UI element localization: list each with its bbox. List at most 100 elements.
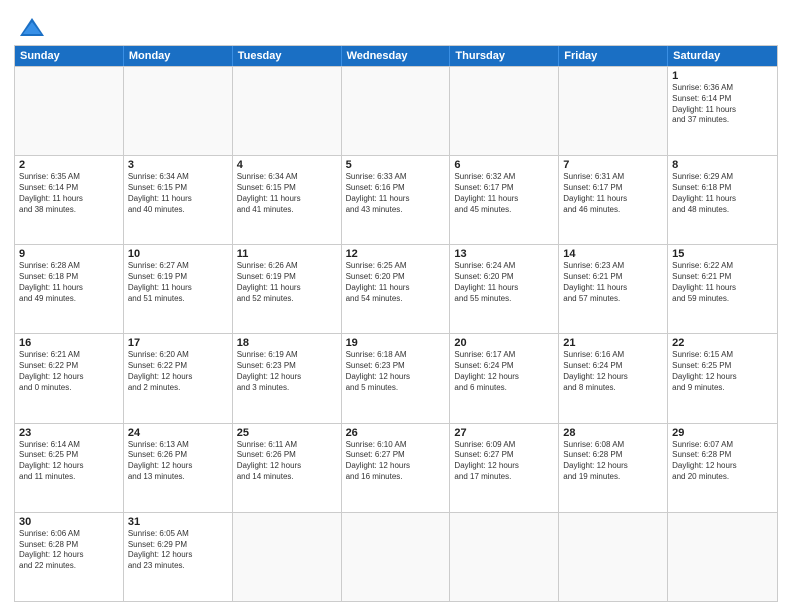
calendar-cell <box>342 67 451 155</box>
calendar-cell <box>233 513 342 601</box>
cal-header-day: Saturday <box>668 46 777 66</box>
day-number: 5 <box>346 159 446 171</box>
day-info: Sunrise: 6:06 AM Sunset: 6:28 PM Dayligh… <box>19 529 119 572</box>
calendar-body: 1Sunrise: 6:36 AM Sunset: 6:14 PM Daylig… <box>15 66 777 601</box>
day-number: 15 <box>672 248 773 260</box>
calendar-cell <box>450 67 559 155</box>
day-info: Sunrise: 6:28 AM Sunset: 6:18 PM Dayligh… <box>19 261 119 304</box>
day-info: Sunrise: 6:34 AM Sunset: 6:15 PM Dayligh… <box>237 172 337 215</box>
calendar-row: 30Sunrise: 6:06 AM Sunset: 6:28 PM Dayli… <box>15 512 777 601</box>
calendar-cell <box>450 513 559 601</box>
calendar-row: 23Sunrise: 6:14 AM Sunset: 6:25 PM Dayli… <box>15 423 777 512</box>
calendar-cell: 26Sunrise: 6:10 AM Sunset: 6:27 PM Dayli… <box>342 424 451 512</box>
logo-icon <box>18 16 46 38</box>
calendar-cell: 5Sunrise: 6:33 AM Sunset: 6:16 PM Daylig… <box>342 156 451 244</box>
day-number: 17 <box>128 337 228 349</box>
day-info: Sunrise: 6:19 AM Sunset: 6:23 PM Dayligh… <box>237 350 337 393</box>
calendar-cell: 3Sunrise: 6:34 AM Sunset: 6:15 PM Daylig… <box>124 156 233 244</box>
calendar-cell: 15Sunrise: 6:22 AM Sunset: 6:21 PM Dayli… <box>668 245 777 333</box>
calendar-row: 9Sunrise: 6:28 AM Sunset: 6:18 PM Daylig… <box>15 244 777 333</box>
day-info: Sunrise: 6:32 AM Sunset: 6:17 PM Dayligh… <box>454 172 554 215</box>
calendar-cell: 22Sunrise: 6:15 AM Sunset: 6:25 PM Dayli… <box>668 334 777 422</box>
day-info: Sunrise: 6:25 AM Sunset: 6:20 PM Dayligh… <box>346 261 446 304</box>
day-info: Sunrise: 6:18 AM Sunset: 6:23 PM Dayligh… <box>346 350 446 393</box>
day-info: Sunrise: 6:20 AM Sunset: 6:22 PM Dayligh… <box>128 350 228 393</box>
calendar-cell: 13Sunrise: 6:24 AM Sunset: 6:20 PM Dayli… <box>450 245 559 333</box>
day-number: 27 <box>454 427 554 439</box>
day-info: Sunrise: 6:31 AM Sunset: 6:17 PM Dayligh… <box>563 172 663 215</box>
page: SundayMondayTuesdayWednesdayThursdayFrid… <box>0 0 792 612</box>
calendar-cell: 18Sunrise: 6:19 AM Sunset: 6:23 PM Dayli… <box>233 334 342 422</box>
calendar-cell: 20Sunrise: 6:17 AM Sunset: 6:24 PM Dayli… <box>450 334 559 422</box>
day-number: 12 <box>346 248 446 260</box>
calendar: SundayMondayTuesdayWednesdayThursdayFrid… <box>14 45 778 602</box>
day-number: 19 <box>346 337 446 349</box>
day-number: 25 <box>237 427 337 439</box>
calendar-cell: 21Sunrise: 6:16 AM Sunset: 6:24 PM Dayli… <box>559 334 668 422</box>
day-number: 4 <box>237 159 337 171</box>
day-info: Sunrise: 6:23 AM Sunset: 6:21 PM Dayligh… <box>563 261 663 304</box>
day-number: 28 <box>563 427 663 439</box>
day-info: Sunrise: 6:17 AM Sunset: 6:24 PM Dayligh… <box>454 350 554 393</box>
day-info: Sunrise: 6:21 AM Sunset: 6:22 PM Dayligh… <box>19 350 119 393</box>
cal-header-day: Wednesday <box>342 46 451 66</box>
calendar-cell: 24Sunrise: 6:13 AM Sunset: 6:26 PM Dayli… <box>124 424 233 512</box>
day-number: 8 <box>672 159 773 171</box>
day-info: Sunrise: 6:36 AM Sunset: 6:14 PM Dayligh… <box>672 83 773 126</box>
day-number: 13 <box>454 248 554 260</box>
day-info: Sunrise: 6:10 AM Sunset: 6:27 PM Dayligh… <box>346 440 446 483</box>
day-info: Sunrise: 6:11 AM Sunset: 6:26 PM Dayligh… <box>237 440 337 483</box>
day-info: Sunrise: 6:34 AM Sunset: 6:15 PM Dayligh… <box>128 172 228 215</box>
calendar-cell: 1Sunrise: 6:36 AM Sunset: 6:14 PM Daylig… <box>668 67 777 155</box>
day-number: 23 <box>19 427 119 439</box>
day-number: 20 <box>454 337 554 349</box>
calendar-cell: 23Sunrise: 6:14 AM Sunset: 6:25 PM Dayli… <box>15 424 124 512</box>
day-info: Sunrise: 6:16 AM Sunset: 6:24 PM Dayligh… <box>563 350 663 393</box>
calendar-cell: 19Sunrise: 6:18 AM Sunset: 6:23 PM Dayli… <box>342 334 451 422</box>
day-info: Sunrise: 6:26 AM Sunset: 6:19 PM Dayligh… <box>237 261 337 304</box>
day-number: 22 <box>672 337 773 349</box>
day-number: 9 <box>19 248 119 260</box>
calendar-cell <box>124 67 233 155</box>
header <box>14 12 778 39</box>
logo <box>14 16 46 39</box>
day-info: Sunrise: 6:29 AM Sunset: 6:18 PM Dayligh… <box>672 172 773 215</box>
calendar-cell: 25Sunrise: 6:11 AM Sunset: 6:26 PM Dayli… <box>233 424 342 512</box>
calendar-cell: 16Sunrise: 6:21 AM Sunset: 6:22 PM Dayli… <box>15 334 124 422</box>
day-number: 7 <box>563 159 663 171</box>
calendar-cell <box>559 67 668 155</box>
calendar-cell <box>342 513 451 601</box>
day-number: 1 <box>672 70 773 82</box>
calendar-cell: 7Sunrise: 6:31 AM Sunset: 6:17 PM Daylig… <box>559 156 668 244</box>
day-number: 24 <box>128 427 228 439</box>
day-number: 18 <box>237 337 337 349</box>
calendar-cell: 14Sunrise: 6:23 AM Sunset: 6:21 PM Dayli… <box>559 245 668 333</box>
day-info: Sunrise: 6:33 AM Sunset: 6:16 PM Dayligh… <box>346 172 446 215</box>
day-info: Sunrise: 6:08 AM Sunset: 6:28 PM Dayligh… <box>563 440 663 483</box>
calendar-cell: 6Sunrise: 6:32 AM Sunset: 6:17 PM Daylig… <box>450 156 559 244</box>
day-info: Sunrise: 6:24 AM Sunset: 6:20 PM Dayligh… <box>454 261 554 304</box>
calendar-cell: 28Sunrise: 6:08 AM Sunset: 6:28 PM Dayli… <box>559 424 668 512</box>
calendar-cell: 17Sunrise: 6:20 AM Sunset: 6:22 PM Dayli… <box>124 334 233 422</box>
calendar-row: 16Sunrise: 6:21 AM Sunset: 6:22 PM Dayli… <box>15 333 777 422</box>
day-info: Sunrise: 6:35 AM Sunset: 6:14 PM Dayligh… <box>19 172 119 215</box>
day-info: Sunrise: 6:13 AM Sunset: 6:26 PM Dayligh… <box>128 440 228 483</box>
day-info: Sunrise: 6:09 AM Sunset: 6:27 PM Dayligh… <box>454 440 554 483</box>
day-info: Sunrise: 6:07 AM Sunset: 6:28 PM Dayligh… <box>672 440 773 483</box>
cal-header-day: Friday <box>559 46 668 66</box>
day-number: 14 <box>563 248 663 260</box>
cal-header-day: Thursday <box>450 46 559 66</box>
calendar-cell <box>15 67 124 155</box>
calendar-cell: 10Sunrise: 6:27 AM Sunset: 6:19 PM Dayli… <box>124 245 233 333</box>
calendar-row: 2Sunrise: 6:35 AM Sunset: 6:14 PM Daylig… <box>15 155 777 244</box>
day-info: Sunrise: 6:15 AM Sunset: 6:25 PM Dayligh… <box>672 350 773 393</box>
calendar-cell: 4Sunrise: 6:34 AM Sunset: 6:15 PM Daylig… <box>233 156 342 244</box>
day-info: Sunrise: 6:22 AM Sunset: 6:21 PM Dayligh… <box>672 261 773 304</box>
cal-header-day: Tuesday <box>233 46 342 66</box>
calendar-cell: 9Sunrise: 6:28 AM Sunset: 6:18 PM Daylig… <box>15 245 124 333</box>
day-info: Sunrise: 6:05 AM Sunset: 6:29 PM Dayligh… <box>128 529 228 572</box>
calendar-cell: 11Sunrise: 6:26 AM Sunset: 6:19 PM Dayli… <box>233 245 342 333</box>
calendar-cell <box>668 513 777 601</box>
calendar-cell: 2Sunrise: 6:35 AM Sunset: 6:14 PM Daylig… <box>15 156 124 244</box>
day-number: 3 <box>128 159 228 171</box>
